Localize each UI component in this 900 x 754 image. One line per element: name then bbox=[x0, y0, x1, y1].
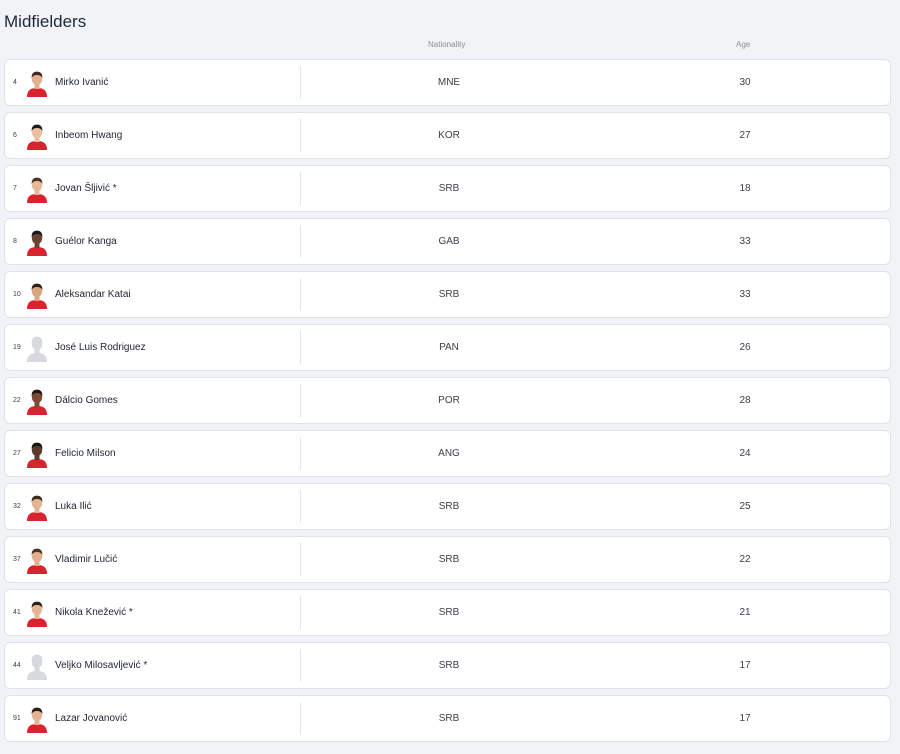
player-age: 18 bbox=[739, 183, 751, 194]
column-divider bbox=[300, 384, 301, 417]
player-age: 25 bbox=[739, 501, 751, 512]
player-nationality: SRB bbox=[438, 713, 460, 724]
player-name[interactable]: Jovan Šljivić * bbox=[55, 166, 117, 211]
player-nationality: SRB bbox=[438, 501, 460, 512]
player-row[interactable]: 32 Luka Ilić SRB 25 bbox=[4, 483, 891, 530]
player-row[interactable]: 19 José Luis Rodriguez PAN 26 bbox=[4, 324, 891, 371]
column-header-age: Age bbox=[736, 40, 751, 49]
player-placeholder-avatar bbox=[25, 334, 49, 362]
player-avatar bbox=[25, 493, 49, 521]
shirt-number: 10 bbox=[13, 291, 21, 298]
player-avatar bbox=[25, 546, 49, 574]
column-divider bbox=[300, 702, 301, 735]
player-row[interactable]: 41 Nikola Knežević * SRB 21 bbox=[4, 589, 891, 636]
player-row[interactable]: 6 Inbeom Hwang KOR 27 bbox=[4, 112, 891, 159]
player-nationality: SRB bbox=[438, 607, 460, 618]
player-nationality: POR bbox=[438, 395, 460, 406]
player-avatar bbox=[25, 122, 49, 150]
shirt-number: 7 bbox=[13, 185, 17, 192]
player-list: 4 Mirko Ivanić MNE 30 6 Inbeom Hwang KOR 27 7 Jov… bbox=[4, 59, 891, 742]
player-age: 28 bbox=[739, 395, 751, 406]
shirt-number: 91 bbox=[13, 715, 21, 722]
player-name[interactable]: Aleksandar Katai bbox=[55, 272, 131, 317]
player-name[interactable]: Nikola Knežević * bbox=[55, 590, 133, 635]
shirt-number: 27 bbox=[13, 450, 21, 457]
player-age: 17 bbox=[739, 660, 751, 671]
player-placeholder-avatar bbox=[25, 652, 49, 680]
player-row[interactable]: 27 Felicio Milson ANG 24 bbox=[4, 430, 891, 477]
player-age: 22 bbox=[739, 554, 751, 565]
player-row[interactable]: 37 Vladimir Lučić SRB 22 bbox=[4, 536, 891, 583]
player-name[interactable]: Felicio Milson bbox=[55, 431, 116, 476]
player-age: 26 bbox=[739, 342, 751, 353]
column-divider bbox=[300, 331, 301, 364]
column-divider bbox=[300, 225, 301, 258]
player-name[interactable]: José Luis Rodriguez bbox=[55, 325, 146, 370]
player-age: 33 bbox=[739, 289, 751, 300]
player-avatar bbox=[25, 281, 49, 309]
player-name[interactable]: Lazar Jovanović bbox=[55, 696, 127, 741]
player-age: 33 bbox=[739, 236, 751, 247]
column-divider bbox=[300, 490, 301, 523]
player-name[interactable]: Inbeom Hwang bbox=[55, 113, 122, 158]
column-divider bbox=[300, 278, 301, 311]
player-name[interactable]: Vladimir Lučić bbox=[55, 537, 117, 582]
player-nationality: SRB bbox=[438, 660, 460, 671]
player-nationality: GAB bbox=[438, 236, 460, 247]
player-name[interactable]: Luka Ilić bbox=[55, 484, 92, 529]
shirt-number: 44 bbox=[13, 662, 21, 669]
shirt-number: 19 bbox=[13, 344, 21, 351]
player-name[interactable]: Dálcio Gomes bbox=[55, 378, 118, 423]
player-age: 21 bbox=[739, 607, 751, 618]
player-row[interactable]: 10 Aleksandar Katai SRB 33 bbox=[4, 271, 891, 318]
shirt-number: 4 bbox=[13, 79, 17, 86]
player-row[interactable]: 22 Dálcio Gomes POR 28 bbox=[4, 377, 891, 424]
column-divider bbox=[300, 119, 301, 152]
player-avatar bbox=[25, 440, 49, 468]
shirt-number: 6 bbox=[13, 132, 17, 139]
shirt-number: 41 bbox=[13, 609, 21, 616]
player-row[interactable]: 44 Veljko Milosavljević * SRB 17 bbox=[4, 642, 891, 689]
shirt-number: 32 bbox=[13, 503, 21, 510]
player-name[interactable]: Guélor Kanga bbox=[55, 219, 117, 264]
player-nationality: SRB bbox=[438, 183, 460, 194]
player-avatar bbox=[25, 599, 49, 627]
shirt-number: 37 bbox=[13, 556, 21, 563]
column-divider bbox=[300, 543, 301, 576]
section-title: Midfielders bbox=[4, 12, 87, 31]
player-avatar bbox=[25, 387, 49, 415]
player-avatar bbox=[25, 228, 49, 256]
column-divider bbox=[300, 172, 301, 205]
player-name[interactable]: Mirko Ivanić bbox=[55, 60, 108, 105]
player-name[interactable]: Veljko Milosavljević * bbox=[55, 643, 147, 688]
column-divider bbox=[300, 596, 301, 629]
column-divider bbox=[300, 649, 301, 682]
player-age: 24 bbox=[739, 448, 751, 459]
player-age: 17 bbox=[739, 713, 751, 724]
player-row[interactable]: 7 Jovan Šljivić * SRB 18 bbox=[4, 165, 891, 212]
player-nationality: PAN bbox=[439, 342, 459, 353]
player-avatar bbox=[25, 69, 49, 97]
player-nationality: KOR bbox=[438, 130, 460, 141]
shirt-number: 8 bbox=[13, 238, 17, 245]
player-row[interactable]: 91 Lazar Jovanović SRB 17 bbox=[4, 695, 891, 742]
player-nationality: MNE bbox=[437, 77, 461, 88]
column-divider bbox=[300, 437, 301, 470]
player-age: 27 bbox=[739, 130, 751, 141]
player-nationality: SRB bbox=[438, 289, 460, 300]
column-header-nationality: Nationality bbox=[428, 40, 466, 49]
player-nationality: SRB bbox=[438, 554, 460, 565]
column-divider bbox=[300, 66, 301, 99]
player-row[interactable]: 8 Guélor Kanga GAB 33 bbox=[4, 218, 891, 265]
shirt-number: 22 bbox=[13, 397, 21, 404]
player-age: 30 bbox=[739, 77, 751, 88]
player-avatar bbox=[25, 705, 49, 733]
player-row[interactable]: 4 Mirko Ivanić MNE 30 bbox=[4, 59, 891, 106]
player-avatar bbox=[25, 175, 49, 203]
player-nationality: ANG bbox=[438, 448, 460, 459]
